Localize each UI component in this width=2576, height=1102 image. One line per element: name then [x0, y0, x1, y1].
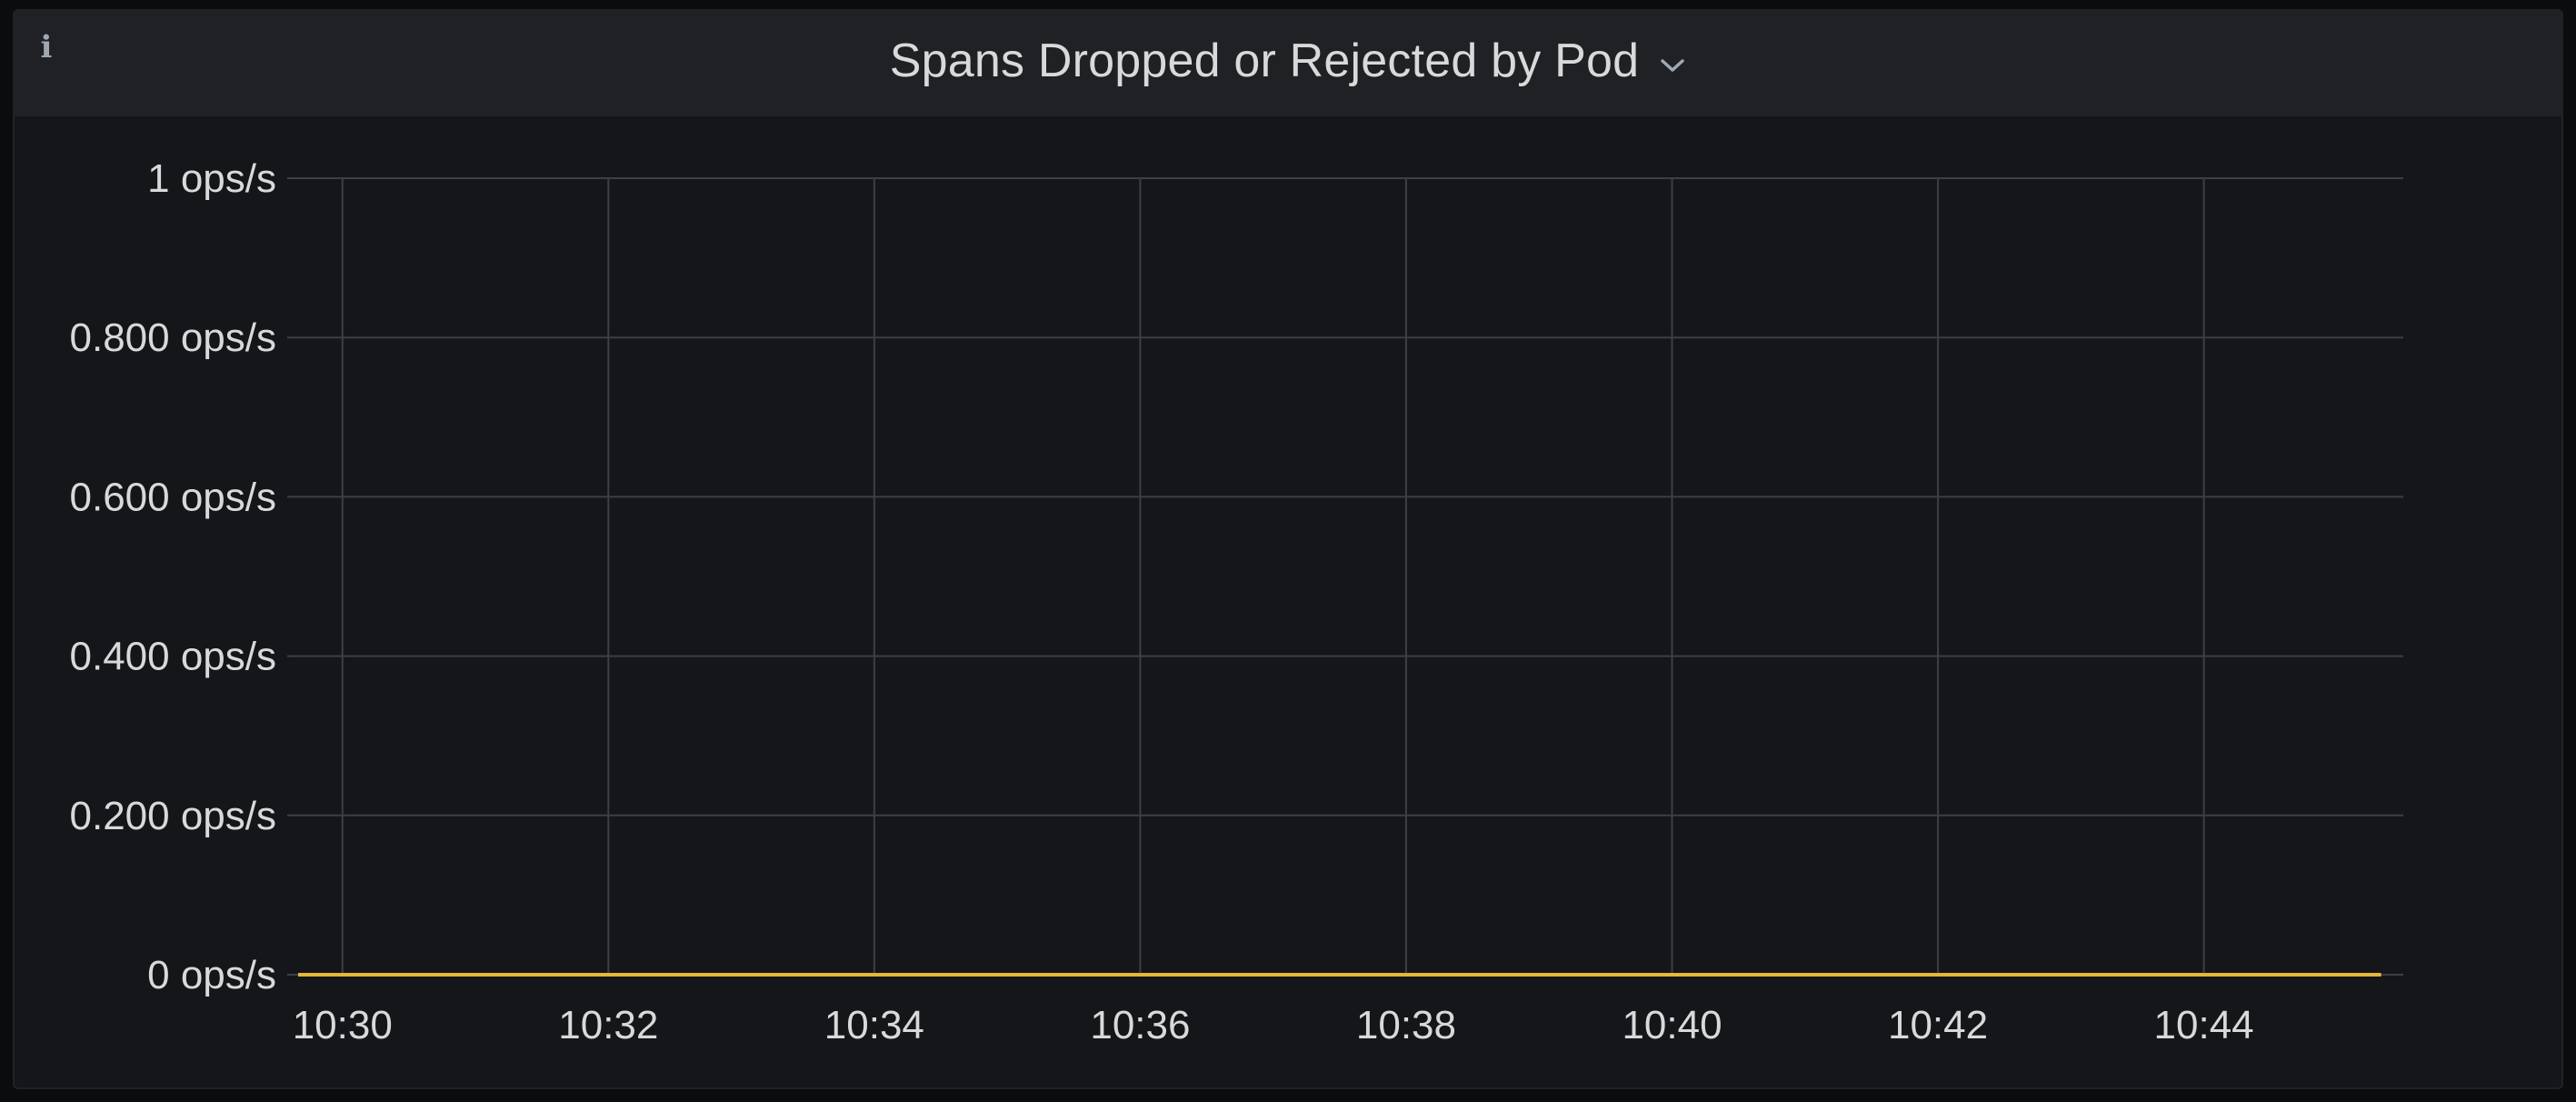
y-tick-label: 0.400 ops/s: [70, 635, 277, 679]
y-tick-label: 0 ops/s: [147, 953, 276, 997]
x-tick-label: 10:42: [1888, 1003, 1988, 1047]
chevron-down-icon: [1661, 59, 1684, 72]
x-tick-label: 10:44: [2154, 1003, 2254, 1047]
x-tick-label: 10:32: [558, 1003, 658, 1047]
chart-area: 0 ops/s 0.200 ops/s 0.400 ops/s 0.600 ops/s…: [15, 11, 2563, 1089]
x-tick-label: 10:36: [1090, 1003, 1190, 1047]
panel-title: Spans Dropped or Rejected by Pod: [889, 35, 1640, 87]
y-tick-label: 0.200 ops/s: [70, 794, 277, 838]
line-chart[interactable]: 0 ops/s 0.200 ops/s 0.400 ops/s 0.600 ops/s…: [15, 11, 2563, 1089]
x-tick-label: 10:30: [293, 1003, 393, 1047]
panel-header: i Spans Dropped or Rejected by Pod: [15, 11, 2561, 116]
info-icon[interactable]: i: [33, 27, 60, 67]
x-tick-label: 10:40: [1622, 1003, 1722, 1047]
y-tick-label: 1 ops/s: [147, 156, 276, 201]
x-tick-label: 10:38: [1356, 1003, 1456, 1047]
x-tick-label: 10:34: [824, 1003, 924, 1047]
panel-title-menu[interactable]: Spans Dropped or Rejected by Pod: [890, 34, 1686, 88]
y-tick-label: 0.800 ops/s: [70, 316, 277, 360]
graph-panel: 0 ops/s 0.200 ops/s 0.400 ops/s 0.600 ops/s…: [13, 9, 2563, 1089]
y-tick-label: 0.600 ops/s: [70, 475, 277, 519]
